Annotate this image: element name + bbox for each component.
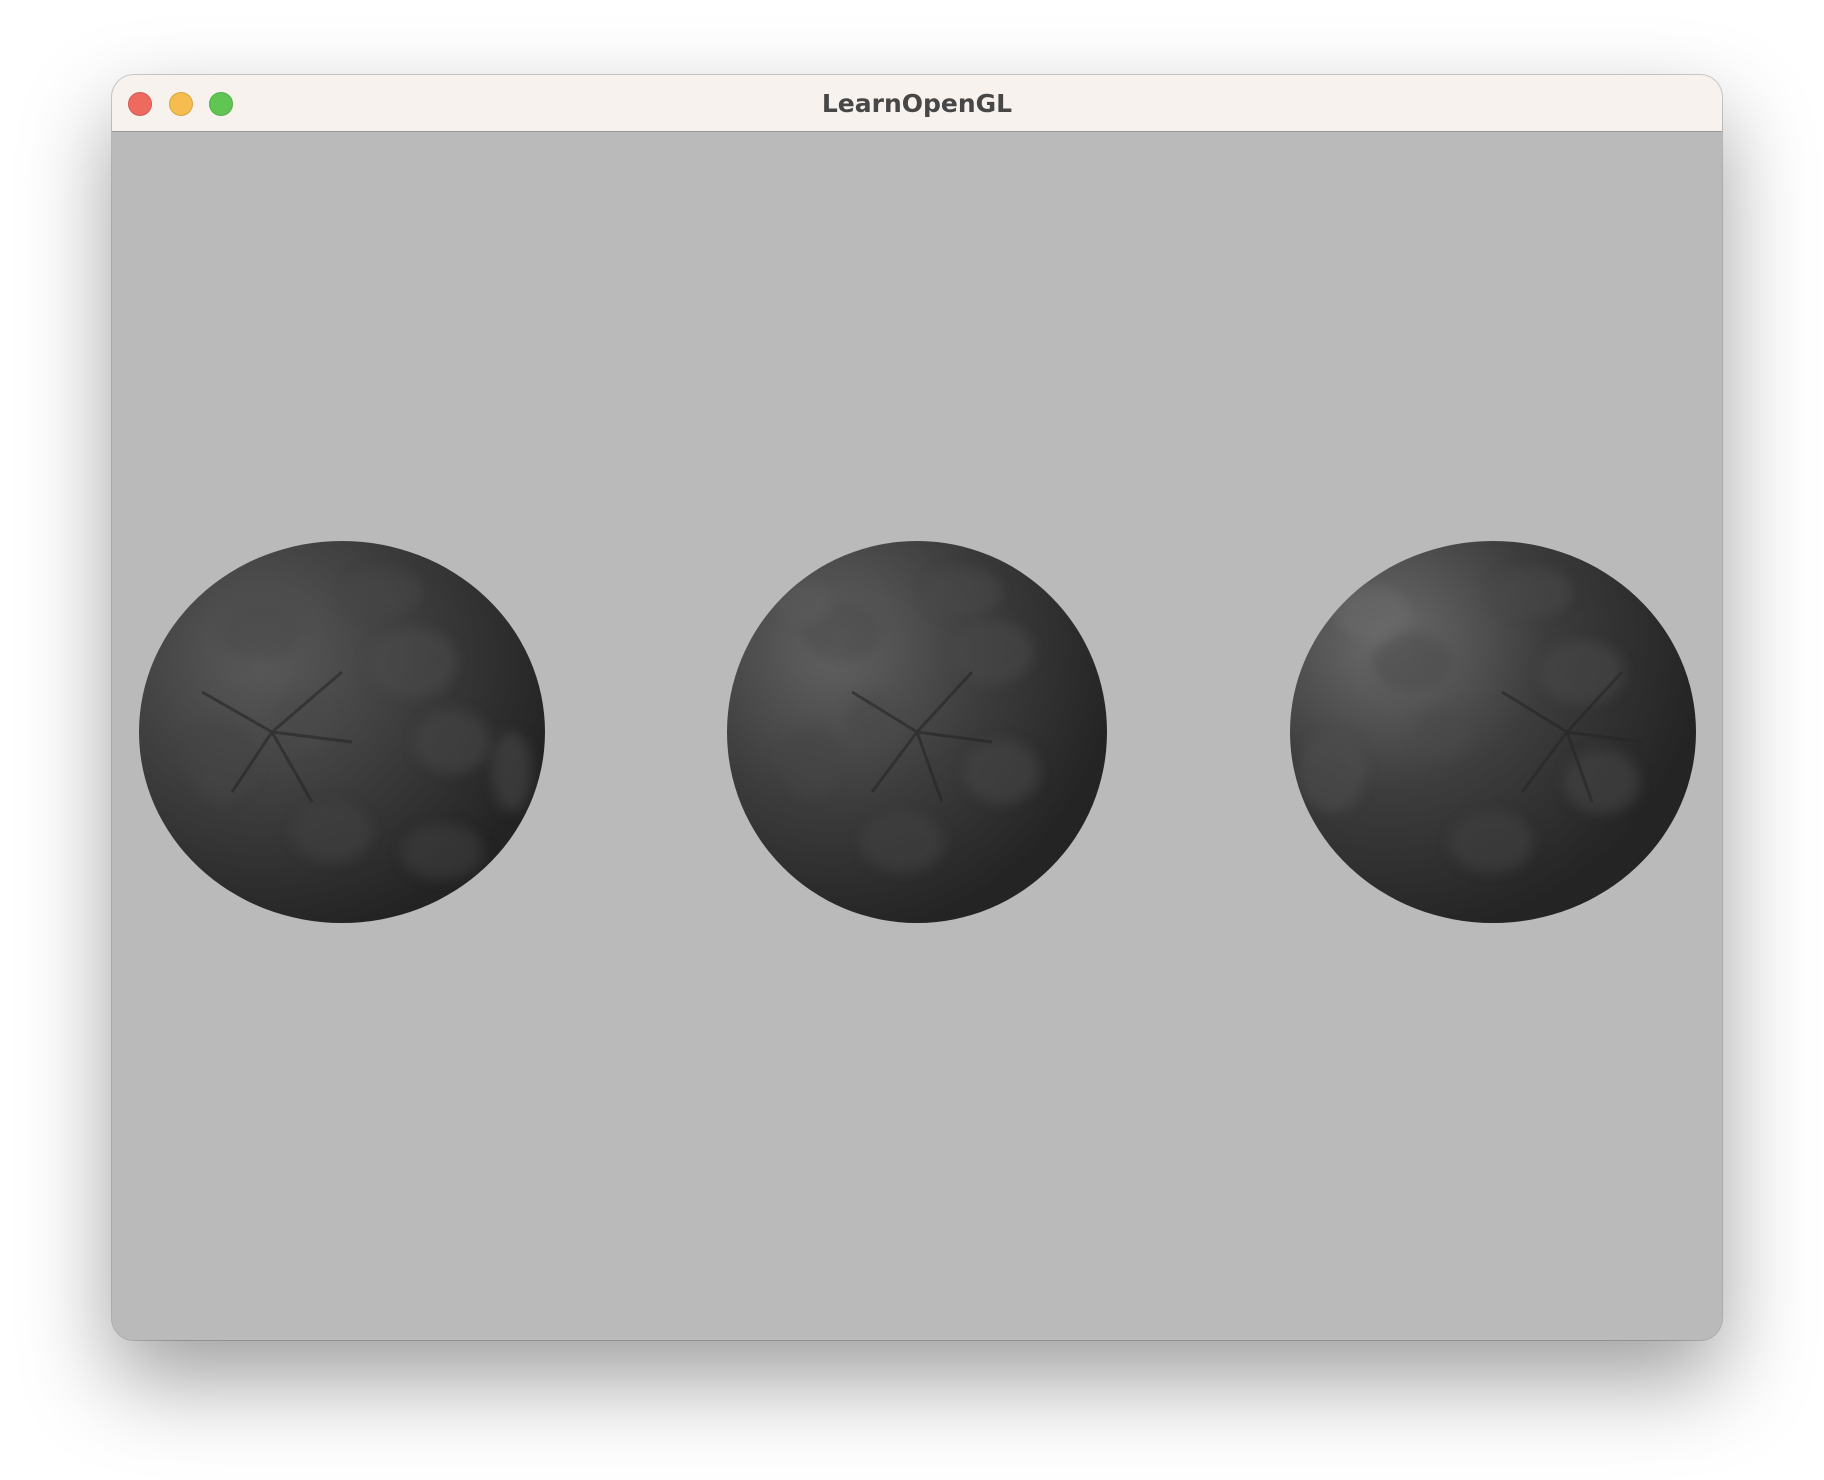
render-canvas [139, 541, 1696, 923]
app-window: LearnOpenGL [112, 75, 1722, 1340]
sphere-left [139, 541, 545, 923]
opengl-viewport[interactable] [112, 132, 1722, 1340]
sphere-right [1290, 541, 1696, 923]
sphere-center [727, 541, 1107, 923]
window-title: LearnOpenGL [821, 89, 1013, 118]
title-bar[interactable]: LearnOpenGL [112, 75, 1722, 132]
